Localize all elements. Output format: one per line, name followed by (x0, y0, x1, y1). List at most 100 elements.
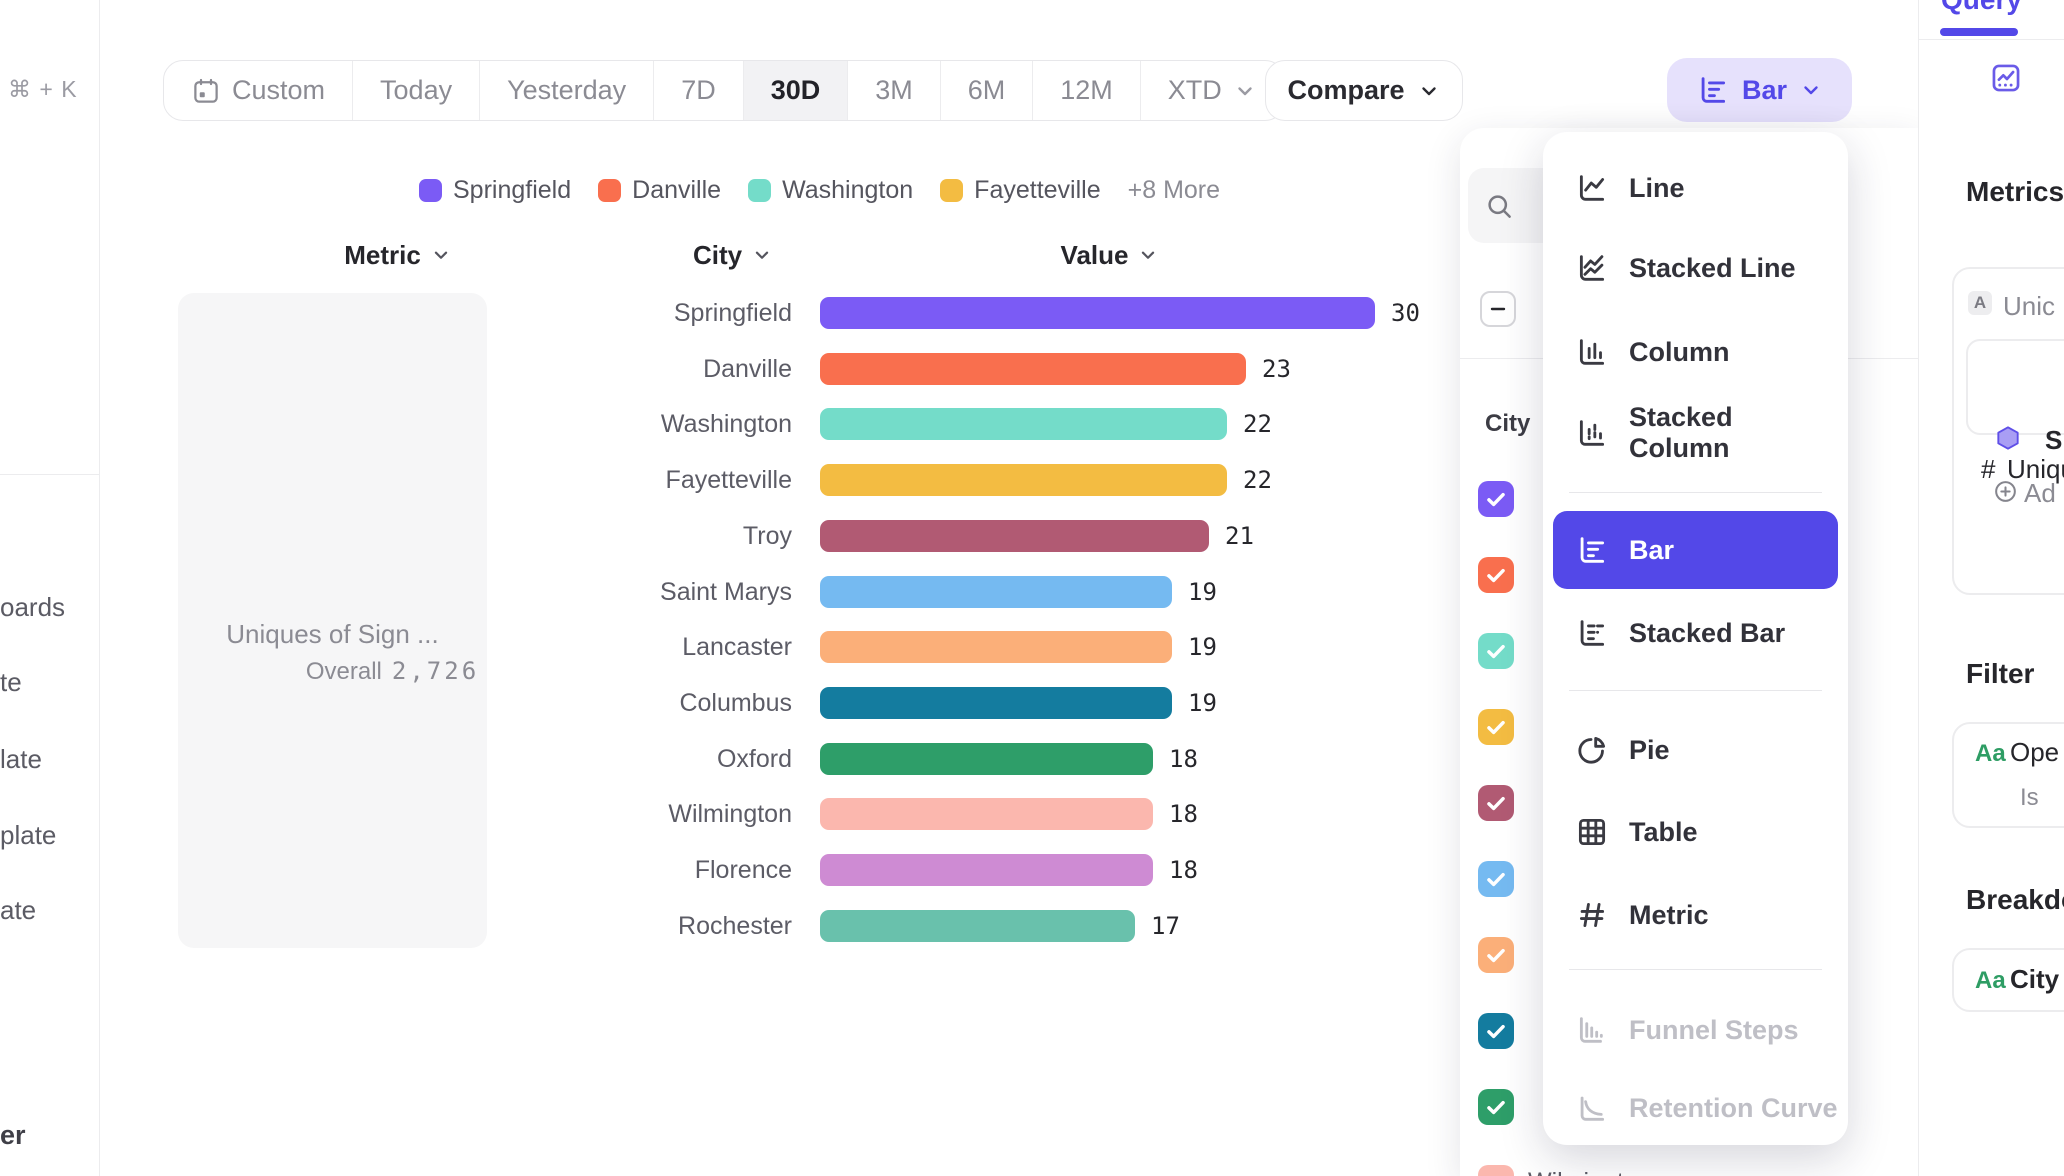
sidebar-item-partial[interactable]: late (0, 744, 42, 775)
bar-row-label: Lancaster (480, 631, 792, 663)
city-checkbox[interactable] (1478, 481, 1514, 517)
menu-item-metric[interactable]: Metric (1553, 876, 1838, 954)
bar-row-label: Oxford (480, 743, 792, 775)
menu-item-label: Stacked Bar (1629, 618, 1785, 649)
city-checkbox[interactable] (1478, 1089, 1514, 1125)
date-range-yesterday[interactable]: Yesterday (480, 61, 654, 120)
bar-segment[interactable] (820, 854, 1153, 886)
bar-segment[interactable] (820, 743, 1153, 775)
check-icon (1483, 942, 1509, 968)
legend-item[interactable]: Springfield (419, 176, 571, 205)
breakdown-row-label[interactable]: Wilmington (1528, 1168, 1652, 1176)
overall-label: Overall (306, 658, 382, 685)
legend-label: Springfield (453, 176, 571, 205)
hash-symbol: # (1981, 454, 1995, 485)
event-card[interactable]: Sig Ad (1966, 339, 2064, 435)
bar-row-label: Fayetteville (480, 464, 792, 496)
date-range-label: 3M (875, 75, 913, 106)
menu-item-pie[interactable]: Pie (1553, 711, 1838, 789)
city-checkbox[interactable] (1478, 861, 1514, 897)
bar-value-label: 19 (1188, 576, 1217, 608)
menu-item-stacked-column[interactable]: Stacked Column (1553, 394, 1838, 472)
city-checkbox[interactable] (1478, 937, 1514, 973)
breakdown-heading: Breakdo (1966, 884, 2064, 916)
city-checkbox[interactable] (1478, 1165, 1514, 1176)
bar-segment[interactable] (820, 297, 1375, 329)
city-checkbox[interactable] (1478, 633, 1514, 669)
deselect-all-checkbox[interactable] (1480, 291, 1516, 327)
bar-segment[interactable] (820, 353, 1246, 385)
column-header-metric[interactable]: Metric (328, 239, 468, 271)
bar-segment[interactable] (820, 464, 1227, 496)
menu-item-column[interactable]: Column (1553, 313, 1838, 391)
date-range-xtd[interactable]: XTD (1141, 61, 1284, 120)
menu-item-stacked-bar[interactable]: Stacked Bar (1553, 594, 1838, 672)
sidebar-item-partial[interactable]: te (0, 667, 22, 698)
bar-segment[interactable] (820, 687, 1172, 719)
query-sidebar: Query Metrics A Unic Sig Ad # Uniqu Filt… (1918, 0, 2064, 1176)
bar-segment[interactable] (820, 910, 1135, 942)
legend-more-button[interactable]: +8 More (1128, 176, 1220, 205)
bar-value-label: 19 (1188, 687, 1217, 719)
menu-item-stacked-line[interactable]: Stacked Line (1553, 229, 1838, 307)
menu-divider (1569, 690, 1822, 691)
line-icon (1575, 171, 1609, 205)
chevron-down-icon (1417, 79, 1441, 103)
filter-card[interactable]: Aa Ope Is i (1952, 722, 2064, 828)
chart-preview-icon[interactable] (1989, 61, 2023, 95)
sidebar-item-partial[interactable]: oards (0, 592, 65, 623)
compare-button[interactable]: Compare (1265, 60, 1463, 121)
sidebar-item-partial[interactable]: plate (0, 820, 56, 851)
menu-item-bar[interactable]: Bar (1553, 511, 1838, 589)
table-icon (1575, 815, 1609, 849)
sidebar-item-partial[interactable]: ate (0, 895, 36, 926)
city-checkbox[interactable] (1478, 557, 1514, 593)
bar-row-label: Saint Marys (480, 576, 792, 608)
date-range-label: Yesterday (507, 75, 626, 106)
city-checkbox[interactable] (1478, 709, 1514, 745)
bar-value-label: 17 (1151, 910, 1180, 942)
breakdown-card[interactable]: Aa City (1952, 948, 2064, 1012)
date-range-3m[interactable]: 3M (848, 61, 941, 120)
check-icon (1483, 1170, 1509, 1176)
legend-item[interactable]: Danville (598, 176, 721, 205)
city-checkbox[interactable] (1478, 1013, 1514, 1049)
menu-item-table[interactable]: Table (1553, 793, 1838, 871)
bar-segment[interactable] (820, 798, 1153, 830)
menu-item-line[interactable]: Line (1553, 149, 1838, 227)
date-range-30d[interactable]: 30D (744, 61, 849, 120)
sidebar-item-partial[interactable]: er (0, 1120, 26, 1151)
city-checkbox[interactable] (1478, 785, 1514, 821)
retention-icon (1575, 1091, 1609, 1125)
metrics-heading: Metrics (1966, 176, 2064, 208)
chart-type-button[interactable]: Bar (1667, 58, 1852, 122)
bar-segment[interactable] (820, 631, 1172, 663)
legend-swatch (748, 179, 771, 202)
menu-item-label: Bar (1629, 535, 1674, 566)
stacked-bar-icon (1575, 616, 1609, 650)
date-range-today[interactable]: Today (353, 61, 480, 120)
date-range-12m[interactable]: 12M (1033, 61, 1141, 120)
pie-icon (1575, 733, 1609, 767)
column-header-value[interactable]: Value (1040, 239, 1180, 271)
bar-segment[interactable] (820, 576, 1172, 608)
date-range-6m[interactable]: 6M (941, 61, 1034, 120)
column-icon (1575, 335, 1609, 369)
date-range-label: Today (380, 75, 452, 106)
metric-query-card[interactable]: A Unic Sig Ad # Uniqu (1952, 267, 2064, 595)
legend-item[interactable]: Fayetteville (940, 176, 1100, 205)
event-hexagon-icon (1994, 424, 2022, 452)
date-range-custom[interactable]: Custom (164, 61, 353, 120)
legend-item[interactable]: Washington (748, 176, 913, 205)
menu-item-label: Line (1629, 173, 1685, 204)
date-range-7d[interactable]: 7D (654, 61, 744, 120)
filter-operator[interactable]: Is (2020, 784, 2039, 812)
metric-letter-badge: A (1968, 291, 1992, 315)
metric-card[interactable]: Uniques of Sign ... Overall2,726 (178, 293, 487, 948)
tab-query[interactable]: Query (1941, 0, 2022, 16)
column-header-city[interactable]: City (663, 239, 803, 271)
breakdown-property: City (2010, 964, 2059, 995)
bar-segment[interactable] (820, 520, 1209, 552)
bar-segment[interactable] (820, 408, 1227, 440)
check-icon (1483, 714, 1509, 740)
